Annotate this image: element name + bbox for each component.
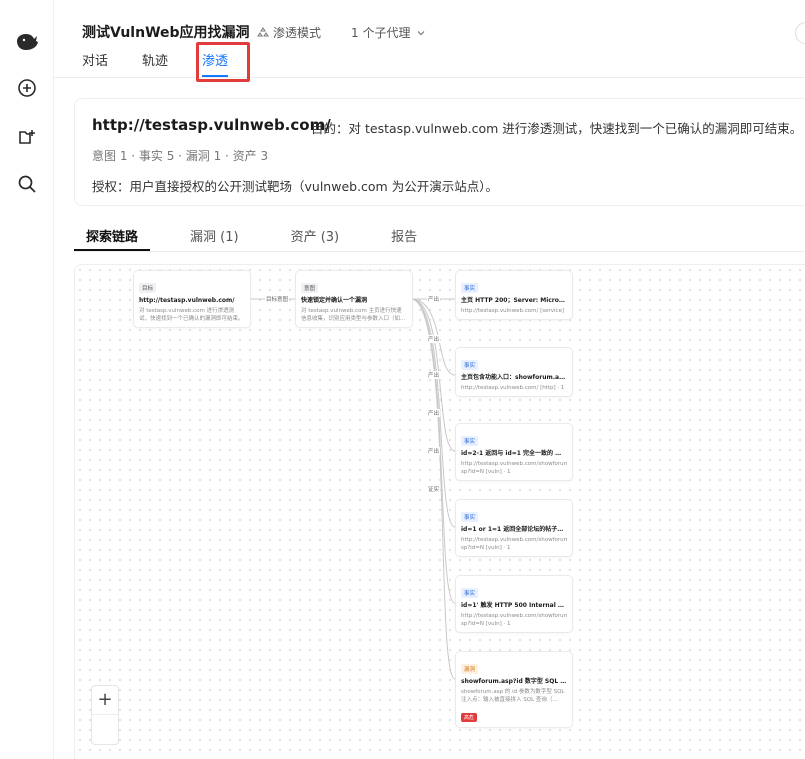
edge-label: 证实 bbox=[427, 485, 441, 493]
edge-label: 产出 bbox=[427, 409, 441, 417]
node-tag: 意图 bbox=[301, 283, 319, 293]
graph-node-target[interactable]: 目标 http://testasp.vulnweb.com/ 对 testasp… bbox=[133, 270, 251, 328]
node-tag: 事实 bbox=[461, 588, 479, 598]
node-title: id=2-1 返回与 id=1 完全一致的 Weath... bbox=[461, 450, 567, 457]
graph-node-fact[interactable]: 事实 主页 HTTP 200；Server: Microsoft-IIS... … bbox=[455, 270, 573, 320]
sub-tabs: 探索链路 漏洞 (1) 资产 (3) 报告 bbox=[74, 226, 805, 252]
user-avatar[interactable] bbox=[795, 22, 805, 44]
node-subtitle: http://testasp.vulnweb.com/ [service] · … bbox=[461, 308, 565, 314]
severity-badge: 高危 bbox=[461, 713, 478, 722]
node-title: http://testasp.vulnweb.com/ bbox=[139, 297, 235, 304]
node-title: id=1' 触发 HTTP 500 Internal Server E... bbox=[461, 602, 567, 609]
node-subtitle: http://testasp.vulnweb.com/showforum.a s… bbox=[461, 461, 567, 475]
node-subtitle: 对 testasp.vulnweb.com 主页进行快速信息收集，识别应用类型与… bbox=[301, 308, 406, 322]
node-tag: 目标 bbox=[139, 283, 157, 293]
edge-label: 目标意图 bbox=[265, 295, 290, 303]
zoom-controls: + bbox=[91, 685, 119, 745]
edge-label: 产出 bbox=[427, 371, 441, 379]
graph-node-fact[interactable]: 事实 id=2-1 返回与 id=1 完全一致的 Weath... http:/… bbox=[455, 423, 573, 481]
graph-node-vulnerability[interactable]: 漏洞 showforum.asp?id 数字型 SQL 注入（... showf… bbox=[455, 651, 573, 728]
search-icon[interactable] bbox=[14, 171, 40, 197]
left-rail bbox=[0, 0, 54, 759]
tab-trajectory[interactable]: 轨迹 bbox=[142, 50, 168, 77]
mode-label: 渗透模式 bbox=[273, 26, 322, 40]
target-stats: 意图 1 · 事实 5 · 漏洞 1 · 资产 3 bbox=[92, 149, 269, 163]
node-tag: 事实 bbox=[461, 436, 479, 446]
node-tag: 漏洞 bbox=[461, 664, 479, 674]
node-subtitle: http://testasp.vulnweb.com/ [http] · 1 bbox=[461, 385, 565, 391]
subagent-dropdown[interactable]: 1 个子代理 bbox=[351, 24, 426, 41]
new-folder-icon[interactable] bbox=[14, 124, 40, 150]
edge-label: 产出 bbox=[427, 335, 441, 343]
target-url[interactable]: http://testasp.vulnweb.com/ bbox=[92, 116, 331, 134]
target-authorization: 授权：用户直接授权的公开测试靶场（vulnweb.com 为公开演示站点）。 bbox=[92, 179, 498, 194]
node-subtitle: http://testasp.vulnweb.com/showforum.a s… bbox=[461, 613, 567, 627]
zoom-in-button[interactable]: + bbox=[97, 686, 112, 714]
node-tag: 事实 bbox=[461, 283, 479, 293]
graph-node-fact[interactable]: 事实 id=1 or 1=1 返回全部论坛的帖子列表... http://tes… bbox=[455, 499, 573, 557]
target-card: http://testasp.vulnweb.com/ 目的：对 testasp… bbox=[74, 98, 805, 206]
edge-label: 产出 bbox=[427, 447, 441, 455]
node-title: 主页包含功能入口：showforum.asp?i... bbox=[461, 374, 567, 381]
edge-label: 产出 bbox=[427, 295, 441, 303]
node-subtitle: http://testasp.vulnweb.com/showforum.a s… bbox=[461, 537, 567, 551]
subtab-vulnerabilities[interactable]: 漏洞 (1) bbox=[178, 226, 251, 251]
app-window: 测试VulnWeb应用找漏洞 渗透模式 1 个子代理 对话 轨迹 渗透 http… bbox=[0, 0, 805, 759]
graph-canvas[interactable]: 目标意图 产出 产出 产出 产出 产出 证实 目标 http://testasp… bbox=[74, 264, 805, 759]
node-subtitle: 对 testasp.vulnweb.com 进行渗透测试，快速找到一个已确认的漏… bbox=[139, 308, 244, 322]
subtab-exploration-chain[interactable]: 探索链路 bbox=[74, 226, 151, 251]
target-goal: 目的：对 testasp.vulnweb.com 进行渗透测试，快速找到一个已确… bbox=[311, 121, 803, 136]
subtab-assets[interactable]: 资产 (3) bbox=[279, 226, 352, 251]
tab-chat[interactable]: 对话 bbox=[82, 50, 108, 77]
highlight-box bbox=[196, 42, 250, 82]
graph-node-intent[interactable]: 意图 快速锁定并确认一个漏洞 对 testasp.vulnweb.com 主页进… bbox=[295, 270, 413, 328]
graph-node-fact[interactable]: 事实 id=1' 触发 HTTP 500 Internal Server E..… bbox=[455, 575, 573, 633]
node-tag: 事实 bbox=[461, 512, 479, 522]
new-chat-icon[interactable] bbox=[14, 75, 40, 101]
node-tag: 事实 bbox=[461, 360, 479, 370]
page-header: 测试VulnWeb应用找漏洞 渗透模式 1 个子代理 对话 轨迹 渗透 bbox=[54, 0, 805, 82]
node-title: 主页 HTTP 200；Server: Microsoft-IIS... bbox=[461, 297, 567, 304]
node-title: id=1 or 1=1 返回全部论坛的帖子列表... bbox=[461, 526, 567, 533]
chevron-down-icon bbox=[418, 30, 425, 35]
page-title: 测试VulnWeb应用找漏洞 bbox=[82, 25, 250, 41]
graph-node-fact[interactable]: 事实 主页包含功能入口：showforum.asp?i... http://te… bbox=[455, 347, 573, 397]
subtab-report[interactable]: 报告 bbox=[379, 226, 429, 251]
node-title: showforum.asp?id 数字型 SQL 注入（... bbox=[461, 678, 567, 685]
node-subtitle: showforum.asp 的 id 参数为数字型 SQL 注入点：输入被直接拼… bbox=[461, 689, 565, 703]
node-title: 快速锁定并确认一个漏洞 bbox=[301, 297, 368, 304]
recycle-icon bbox=[257, 26, 269, 36]
subagent-label: 1 个子代理 bbox=[351, 26, 411, 40]
mode-selector[interactable]: 渗透模式 bbox=[257, 24, 321, 41]
whale-logo-icon[interactable] bbox=[14, 28, 40, 54]
